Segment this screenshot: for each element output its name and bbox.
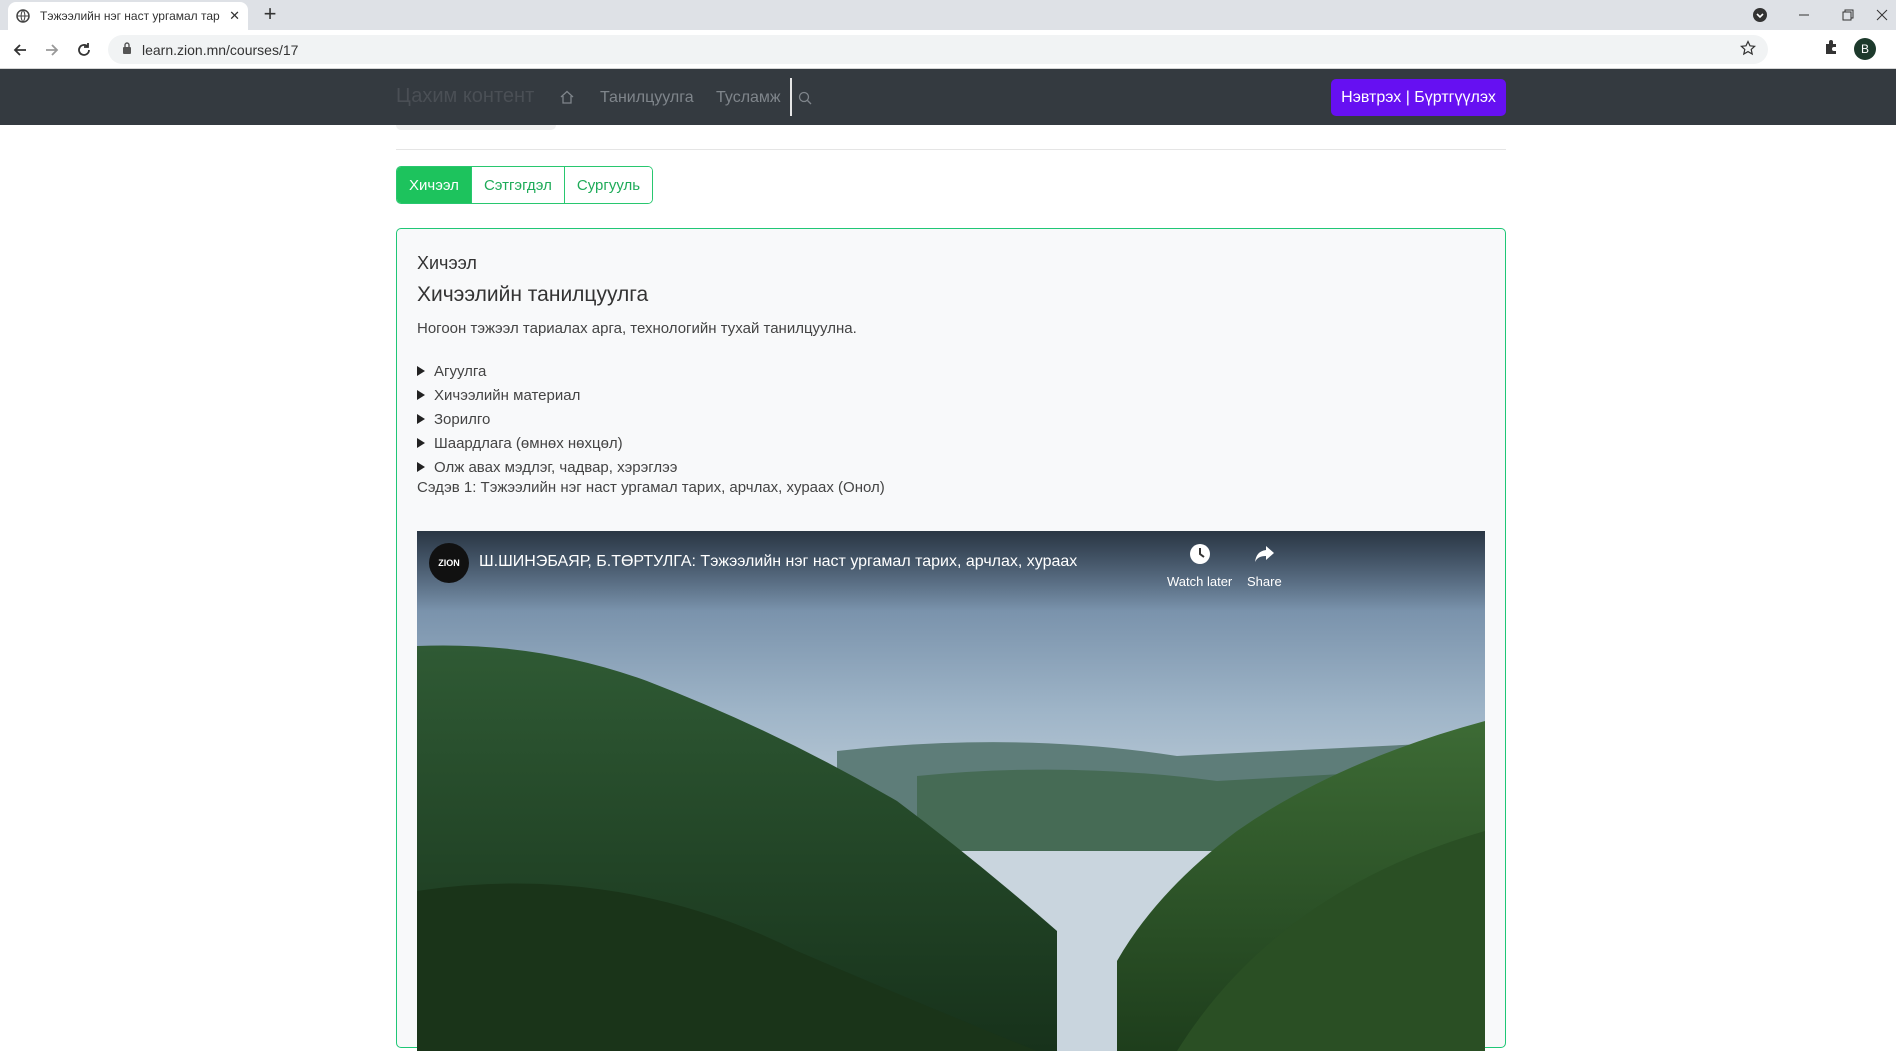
browser-tab[interactable]: Тэжээлийн нэг наст ургамал тар ✕ — [8, 2, 248, 30]
section-materials[interactable]: Хичээлийн материал — [417, 383, 677, 407]
disclosure-triangle-icon — [417, 414, 425, 424]
site-navbar: Цахим контент Танилцуулга Тусламж Нэвтрэ… — [0, 69, 1896, 125]
address-bar: learn.zion.mn/courses/17 B — [0, 30, 1896, 69]
disclosure-triangle-icon — [417, 390, 425, 400]
home-icon[interactable] — [559, 89, 575, 110]
lock-icon — [122, 41, 132, 59]
watch-later-button[interactable]: Watch later — [1167, 543, 1232, 589]
url-text: learn.zion.mn/courses/17 — [142, 41, 299, 58]
section-prerequisites[interactable]: Шаардлага (өмнөх нөхцөл) — [417, 431, 677, 455]
forward-icon[interactable] — [40, 38, 64, 62]
disclosure-triangle-icon — [417, 462, 425, 472]
site-brand[interactable]: Цахим контент — [396, 85, 534, 108]
close-tab-icon[interactable]: ✕ — [229, 8, 240, 24]
section-label: Шаардлага (өмнөх нөхцөл) — [434, 434, 623, 452]
section-label: Олж авах мэдлэг, чадвар, хэрэглээ — [434, 458, 678, 476]
section-goals[interactable]: Зорилго — [417, 407, 677, 431]
profile-avatar[interactable]: B — [1854, 38, 1876, 60]
globe-icon — [16, 9, 30, 23]
disclosure-triangle-icon — [417, 366, 425, 376]
tab-search-icon[interactable] — [1742, 0, 1778, 30]
course-tab-group: Хичээл Сэтгэгдэл Сургууль — [396, 166, 654, 204]
faded-element — [396, 125, 556, 130]
url-input[interactable]: learn.zion.mn/courses/17 — [108, 35, 1768, 64]
video-title[interactable]: Ш.ШИНЭБАЯР, Б.ТӨРТУЛГА: Тэжээлийн нэг на… — [479, 553, 1077, 571]
section-outcomes[interactable]: Олж авах мэдлэг, чадвар, хэрэглээ — [417, 455, 677, 479]
tab-comments[interactable]: Сэтгэгдэл — [470, 167, 564, 203]
divider — [396, 149, 1506, 150]
browser-tabstrip: Тэжээлийн нэг наст ургамал тар ✕ + — [0, 0, 1896, 30]
tab-title: Тэжээлийн нэг наст ургамал тар — [40, 9, 220, 23]
video-player[interactable]: ZION Ш.ШИНЭБАЯР, Б.ТӨРТУЛГА: Тэжээлийн н… — [417, 531, 1485, 1051]
share-icon — [1253, 543, 1275, 568]
nav-divider — [790, 78, 792, 116]
section-label: Агуулга — [434, 362, 487, 380]
video-top-overlay — [417, 531, 1485, 611]
section-content[interactable]: Агуулга — [417, 359, 677, 383]
lesson-description: Ногоон тэжээл тариалах арга, технологийн… — [417, 320, 857, 337]
restore-icon[interactable] — [1830, 0, 1866, 30]
extensions-puzzle-icon[interactable] — [1824, 39, 1840, 60]
tab-lesson[interactable]: Хичээл — [397, 167, 471, 203]
lesson-label: Хичээл — [417, 253, 477, 273]
new-tab-button[interactable]: + — [258, 3, 282, 27]
back-icon[interactable] — [8, 38, 32, 62]
reload-icon[interactable] — [72, 38, 96, 62]
lesson-sections: Агуулга Хичээлийн материал Зорилго Шаард… — [417, 359, 677, 479]
watch-later-label: Watch later — [1167, 574, 1233, 589]
nav-link-help[interactable]: Тусламж — [716, 89, 781, 107]
lesson-title: Хичээлийн танилцуулга — [417, 283, 649, 306]
section-label: Зорилго — [434, 410, 491, 428]
login-register-button[interactable]: Нэвтрэх | Бүртгүүлэх — [1331, 79, 1506, 116]
section-label: Хичээлийн материал — [434, 386, 581, 404]
channel-logo[interactable]: ZION — [429, 543, 469, 583]
disclosure-triangle-icon — [417, 438, 425, 448]
share-label: Share — [1247, 574, 1282, 589]
lesson-card: Хичээл Хичээлийн танилцуулга Ногоон тэжэ… — [396, 228, 1506, 1051]
tab-school[interactable]: Сургууль — [563, 167, 653, 203]
topic-heading: Сэдэв 1: Тэжээлийн нэг наст ургамал тари… — [417, 479, 885, 496]
search-icon[interactable] — [798, 91, 812, 110]
nav-link-intro[interactable]: Танилцуулга — [600, 89, 694, 107]
clock-icon — [1189, 543, 1211, 568]
bookmark-star-icon[interactable] — [1740, 40, 1756, 61]
close-window-icon[interactable] — [1868, 0, 1896, 30]
share-button[interactable]: Share — [1247, 543, 1282, 589]
minimize-icon[interactable] — [1786, 0, 1822, 30]
